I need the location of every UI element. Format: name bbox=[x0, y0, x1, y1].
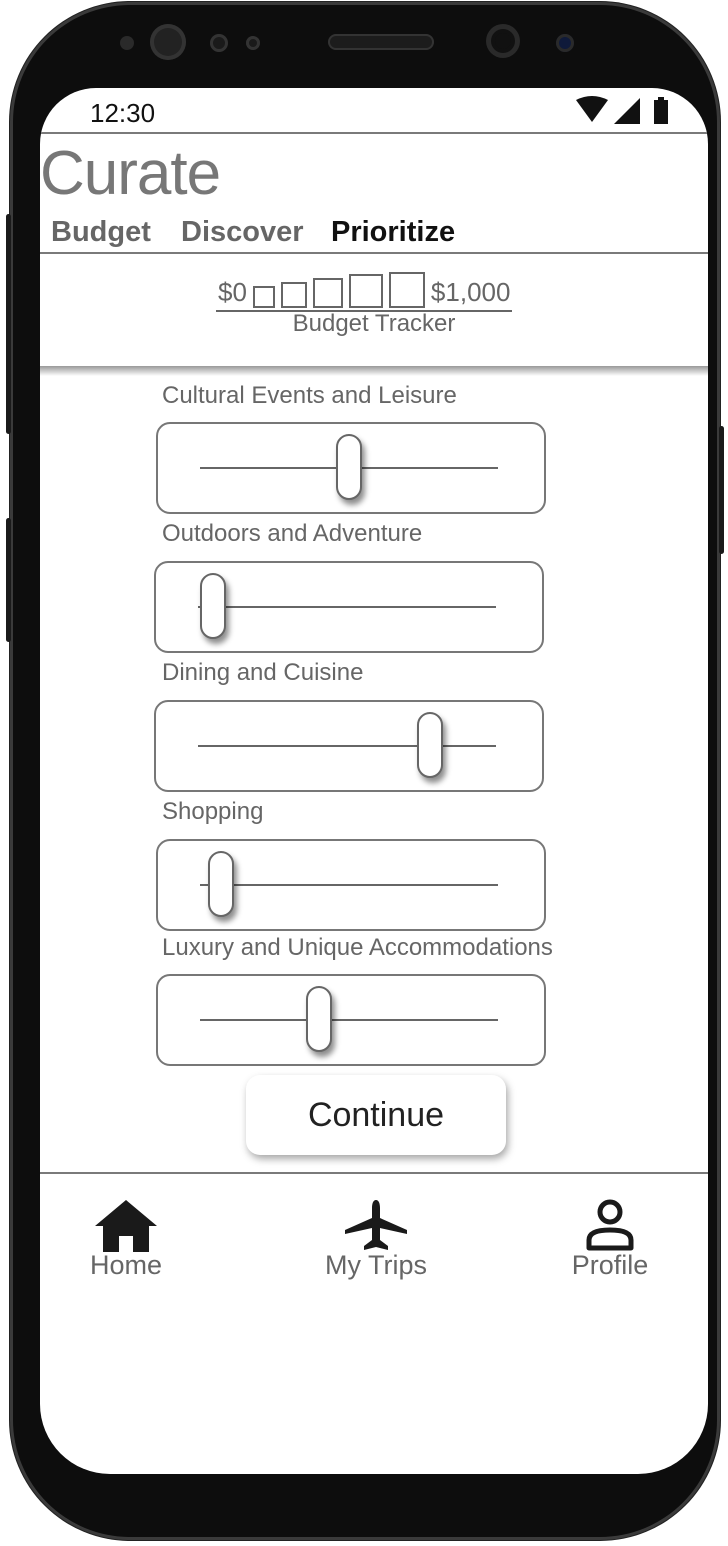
header-divider bbox=[40, 132, 708, 134]
airplane-icon bbox=[345, 1200, 407, 1250]
category-label: Luxury and Unique Accommodations bbox=[162, 934, 553, 961]
nav-home-label: Home bbox=[89, 1250, 163, 1280]
app-title: Curate bbox=[40, 139, 221, 208]
slider-track bbox=[198, 745, 496, 747]
slider-track bbox=[198, 606, 496, 608]
budget-step-box[interactable] bbox=[312, 278, 343, 308]
budget-min-label: $0 bbox=[218, 277, 247, 307]
nav-my-trips-label: My Trips bbox=[324, 1250, 427, 1280]
slider-track bbox=[200, 884, 498, 886]
tabs-divider bbox=[40, 252, 708, 254]
nav-profile[interactable]: Profile bbox=[530, 1198, 690, 1281]
status-time: 12:30 bbox=[90, 98, 156, 128]
slider-outdoors[interactable] bbox=[154, 561, 544, 653]
nav-profile-label: Profile bbox=[571, 1250, 649, 1280]
category-label: Shopping bbox=[162, 798, 264, 825]
sensor-dot bbox=[556, 34, 574, 52]
signal-icon bbox=[614, 98, 640, 124]
side-button bbox=[719, 426, 724, 554]
budget-step-box[interactable] bbox=[388, 272, 425, 308]
front-camera bbox=[486, 24, 520, 58]
phone-frame: 12:30 Curate Budget Discover Prioritize … bbox=[6, 2, 724, 1540]
front-camera bbox=[150, 24, 186, 60]
side-button bbox=[6, 214, 11, 434]
category-label: Dining and Cuisine bbox=[162, 659, 364, 686]
slider-thumb[interactable] bbox=[306, 986, 333, 1052]
category-label: Outdoors and Adventure bbox=[162, 520, 423, 547]
nav-home[interactable]: Home bbox=[46, 1198, 206, 1281]
sensor-dot bbox=[210, 34, 228, 52]
profile-icon bbox=[586, 1199, 634, 1251]
side-button bbox=[6, 518, 11, 642]
budget-step-box[interactable] bbox=[252, 286, 275, 308]
slider-luxury[interactable] bbox=[156, 974, 546, 1066]
tab-discover[interactable]: Discover bbox=[181, 216, 304, 249]
battery-icon bbox=[654, 97, 668, 124]
home-icon bbox=[95, 1200, 157, 1252]
speaker-grille bbox=[328, 34, 434, 50]
budget-tracker: $0 $1,000 bbox=[216, 272, 513, 312]
slider-thumb[interactable] bbox=[417, 712, 444, 778]
tab-budget[interactable]: Budget bbox=[51, 216, 151, 249]
slider-thumb[interactable] bbox=[207, 851, 234, 917]
bottom-nav-divider bbox=[40, 1172, 708, 1174]
category-label: Cultural Events and Leisure bbox=[162, 382, 457, 409]
nav-my-trips[interactable]: My Trips bbox=[296, 1198, 456, 1281]
budget-tracker-caption: Budget Tracker bbox=[292, 310, 456, 337]
budget-max-label: $1,000 bbox=[430, 277, 511, 307]
sensor-dot bbox=[120, 36, 134, 50]
continue-button[interactable]: Continue bbox=[246, 1075, 506, 1155]
sensor-dot bbox=[246, 36, 260, 50]
slider-cultural-events[interactable] bbox=[156, 422, 546, 514]
wifi-icon bbox=[576, 96, 608, 122]
header-shadow bbox=[40, 366, 708, 376]
slider-shopping[interactable] bbox=[156, 839, 546, 931]
slider-thumb[interactable] bbox=[336, 434, 362, 500]
slider-thumb[interactable] bbox=[199, 573, 226, 639]
budget-step-box[interactable] bbox=[348, 274, 383, 308]
slider-track bbox=[200, 1019, 498, 1021]
screen: 12:30 Curate Budget Discover Prioritize … bbox=[40, 88, 708, 1474]
tab-prioritize[interactable]: Prioritize bbox=[331, 216, 455, 249]
slider-dining[interactable] bbox=[154, 700, 544, 792]
status-icons bbox=[574, 96, 678, 131]
budget-step-box[interactable] bbox=[280, 282, 307, 308]
